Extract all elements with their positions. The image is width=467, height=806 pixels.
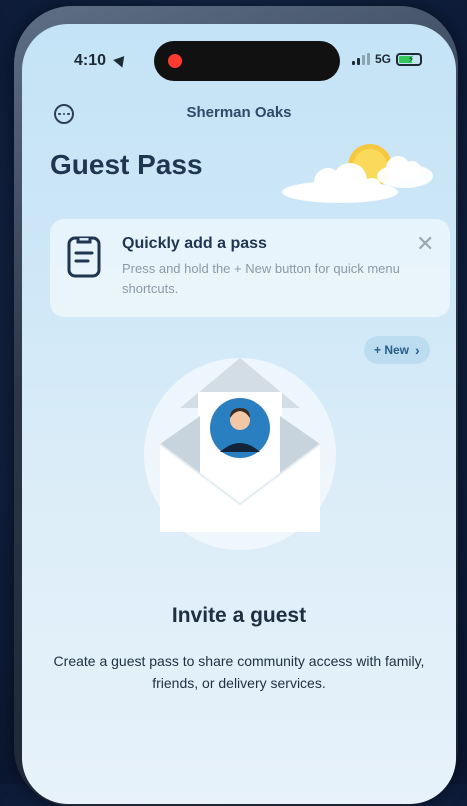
empty-state-description: Create a guest pass to share community a… [53, 653, 425, 691]
new-pass-button[interactable]: + New › [364, 336, 430, 364]
tip-title: Quickly add a pass [122, 235, 267, 252]
phone-screen: 4:10 5G ⚡ Sherman Oaks Guest Pass Quickl… [22, 24, 456, 804]
tip-description: Press and hold the + New button for quic… [122, 261, 400, 296]
status-time: 4:10 [74, 52, 107, 69]
close-icon[interactable]: ✕ [416, 233, 434, 255]
dynamic-island [154, 41, 340, 81]
battery-icon: ⚡ [396, 52, 423, 66]
recording-dot-icon [168, 54, 182, 68]
location-arrow-icon [113, 52, 129, 68]
community-location[interactable]: Sherman Oaks [22, 104, 456, 121]
invite-envelope-illustration [144, 358, 336, 550]
empty-state-title: Invite a guest [171, 604, 307, 627]
weather-sun-cloud-icon [282, 144, 433, 203]
status-indicators: 5G ⚡ [352, 52, 423, 66]
quick-add-tip-card: Quickly add a pass Press and hold the + … [50, 219, 450, 317]
page-title: Guest Pass [50, 149, 203, 180]
network-type: 5G [375, 52, 392, 66]
new-button-label: + New [374, 343, 410, 357]
pass-document-icon [67, 236, 101, 278]
chevron-right-icon: › [415, 342, 420, 358]
signal-icon [352, 53, 370, 65]
